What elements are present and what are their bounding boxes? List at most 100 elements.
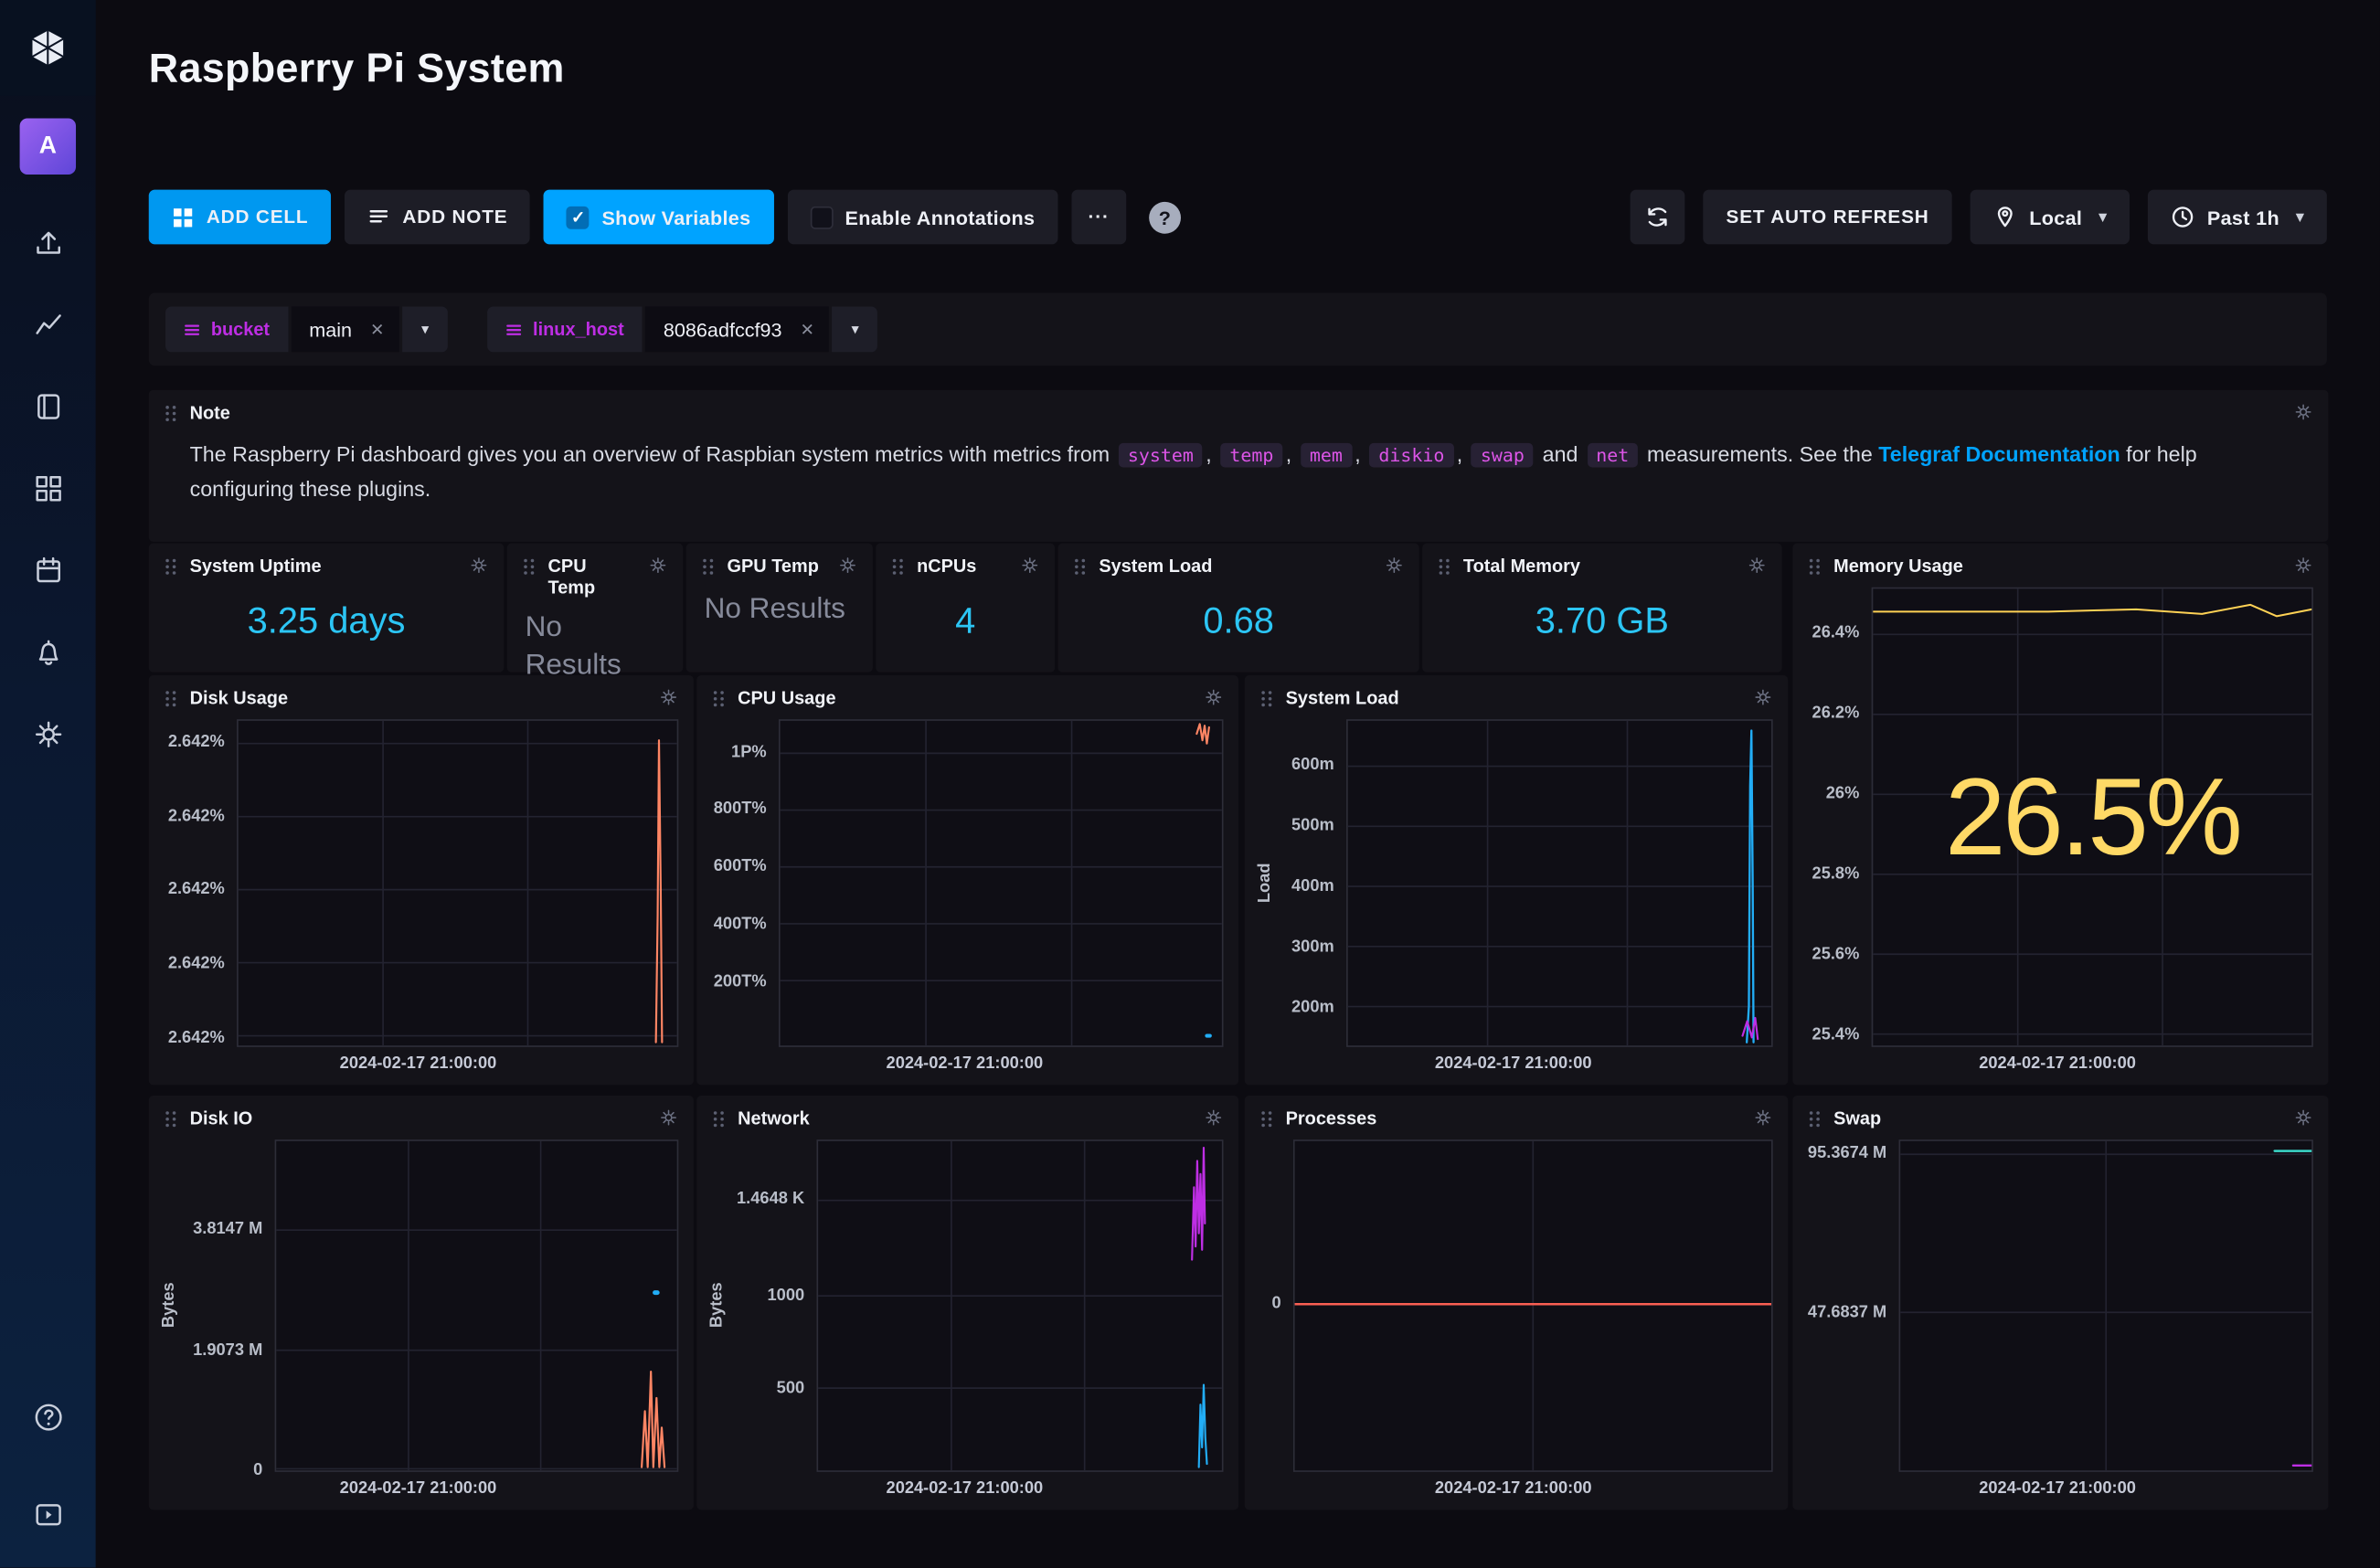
drag-handle-icon[interactable]: [1259, 689, 1273, 714]
sidebar-item-help[interactable]: [19, 1389, 77, 1446]
drag-handle-icon[interactable]: [164, 556, 177, 581]
drag-handle-icon[interactable]: [1259, 1109, 1273, 1134]
variable-bucket-label[interactable]: bucket: [165, 306, 288, 352]
drag-handle-icon[interactable]: [164, 1109, 177, 1134]
cell-ncpus: nCPUs 4: [876, 544, 1055, 673]
cell-total-memory: Total Memory 3.70 GB: [1422, 544, 1782, 673]
gear-icon[interactable]: [1385, 556, 1405, 580]
variable-linux-host-value[interactable]: 8086adfccf93 ✕: [645, 306, 829, 352]
notebook-icon: [31, 390, 65, 424]
drag-handle-icon[interactable]: [891, 556, 905, 581]
clear-icon[interactable]: ✕: [801, 320, 814, 340]
gear-icon[interactable]: [659, 1107, 679, 1132]
stat-value: 3.25 days: [149, 584, 505, 672]
time-range-dropdown[interactable]: Past 1h ▾: [2148, 190, 2327, 245]
plot-area: [237, 719, 678, 1047]
cell-system-uptime: System Uptime 3.25 days: [149, 544, 505, 673]
gear-icon[interactable]: [2293, 402, 2313, 427]
gear-icon[interactable]: [469, 556, 489, 580]
drag-handle-icon[interactable]: [522, 556, 536, 581]
x-axis-label: 2024-02-17 21:00:00: [1801, 1047, 2313, 1081]
sidebar-item-tasks[interactable]: [19, 542, 77, 599]
drag-handle-icon[interactable]: [712, 1109, 726, 1134]
drag-handle-icon[interactable]: [164, 404, 177, 429]
timezone-dropdown[interactable]: Local ▾: [1970, 190, 2130, 245]
drag-handle-icon[interactable]: [1808, 556, 1822, 581]
add-cell-button[interactable]: ADD CELL: [149, 190, 332, 245]
drag-handle-icon[interactable]: [1073, 556, 1087, 581]
disk-io-chart: Bytes 3.8147 M1.9073 M0: [158, 1139, 679, 1472]
refresh-button[interactable]: [1631, 190, 1685, 245]
overflow-menu-button[interactable]: ···: [1071, 190, 1126, 245]
y-tick-label: 3.8147 M: [193, 1220, 262, 1238]
sidebar-item-settings[interactable]: [19, 705, 77, 763]
gear-icon[interactable]: [2293, 556, 2313, 580]
y-tick-label: 500m: [1291, 817, 1334, 835]
sidebar-item-notebooks[interactable]: [19, 378, 77, 436]
cell-title: Disk IO: [190, 1107, 647, 1129]
note-text: The Raspberry Pi dashboard gives you an …: [190, 437, 2299, 505]
plot-area: 26.5%: [1872, 588, 2313, 1047]
stat-value: 0.68: [1058, 584, 1419, 672]
help-badge[interactable]: ?: [1149, 201, 1181, 233]
gear-icon[interactable]: [1753, 687, 1773, 712]
hamburger-icon: [505, 321, 522, 337]
gear-icon[interactable]: [659, 687, 679, 712]
x-axis-label: 2024-02-17 21:00:00: [158, 1472, 679, 1506]
cell-title: Note: [190, 402, 2281, 424]
set-auto-refresh-button[interactable]: SET AUTO REFRESH: [1704, 190, 1952, 245]
variable-bucket-caret[interactable]: ▾: [402, 306, 448, 352]
drag-handle-icon[interactable]: [712, 689, 726, 714]
y-tick-label: 25.4%: [1812, 1026, 1860, 1044]
add-note-button[interactable]: ADD NOTE: [345, 190, 530, 245]
gear-icon[interactable]: [1204, 1107, 1224, 1132]
avatar-letter: A: [39, 132, 57, 160]
gear-icon[interactable]: [1753, 1107, 1773, 1132]
variable-linux-host-label[interactable]: linux_host: [487, 306, 642, 352]
gear-icon[interactable]: [838, 556, 858, 580]
bell-icon: [31, 636, 65, 670]
dashboards-icon: [31, 471, 65, 505]
line-graph-icon: [31, 308, 65, 342]
sidebar-nav: [19, 214, 77, 763]
note-lines-icon: [367, 206, 390, 228]
cell-title: Network: [738, 1107, 1192, 1129]
drag-handle-icon[interactable]: [701, 556, 715, 581]
telegraf-doc-link[interactable]: Telegraf Documentation: [1878, 441, 2120, 466]
variable-linux-host-caret[interactable]: ▾: [833, 306, 878, 352]
x-axis-label: 2024-02-17 21:00:00: [706, 1047, 1223, 1081]
show-variables-toggle[interactable]: ✓ Show Variables: [544, 190, 773, 245]
y-tick-label: 26.4%: [1812, 624, 1860, 642]
gear-icon[interactable]: [1204, 687, 1224, 712]
clear-icon[interactable]: ✕: [370, 320, 384, 340]
sidebar-item-dashboards[interactable]: [19, 460, 77, 517]
gear-icon[interactable]: [1747, 556, 1767, 580]
gear-icon[interactable]: [648, 556, 668, 580]
cell-gpu-temp: GPU Temp No Results: [686, 544, 873, 673]
sidebar-item-presentation[interactable]: [19, 1486, 77, 1543]
enable-annotations-toggle[interactable]: Enable Annotations: [787, 190, 1057, 245]
y-tick-label: 600T%: [714, 858, 767, 876]
sidebar-item-upload[interactable]: [19, 214, 77, 271]
x-axis-label: 2024-02-17 21:00:00: [158, 1047, 679, 1081]
y-tick-label: 2.642%: [168, 954, 225, 972]
y-tick-label: 2.642%: [168, 1028, 225, 1046]
sidebar-item-home[interactable]: [0, 0, 96, 96]
drag-handle-icon[interactable]: [1438, 556, 1451, 581]
gear-icon[interactable]: [2293, 1107, 2313, 1132]
avatar[interactable]: A: [20, 119, 76, 175]
sidebar-item-alerts[interactable]: [19, 624, 77, 682]
cell-title: System Uptime: [190, 556, 457, 577]
gear-icon[interactable]: [1020, 556, 1040, 580]
y-tick-label: 26%: [1826, 785, 1860, 803]
disk-usage-chart: 2.642%2.642%2.642%2.642%2.642%: [158, 719, 679, 1047]
chevron-down-icon: ▾: [2296, 208, 2304, 225]
drag-handle-icon[interactable]: [164, 689, 177, 714]
variable-bucket-value[interactable]: main ✕: [291, 306, 399, 352]
refresh-icon: [1644, 204, 1672, 231]
sidebar: A: [0, 0, 96, 1568]
drag-handle-icon[interactable]: [1808, 1109, 1822, 1134]
measurement-chip: swap: [1472, 443, 1534, 468]
y-tick-label: 400T%: [714, 915, 767, 933]
sidebar-item-data-explorer[interactable]: [19, 296, 77, 354]
